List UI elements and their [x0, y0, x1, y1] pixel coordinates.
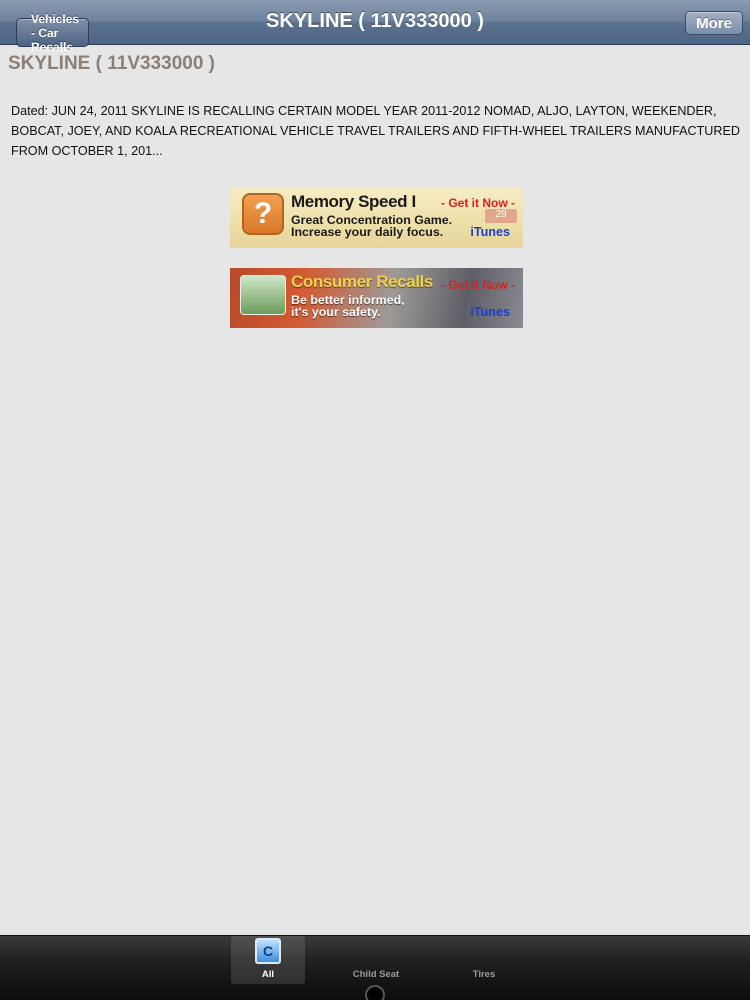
ad-badge: 29 — [485, 209, 517, 223]
ad-store-label: iTunes — [470, 225, 510, 239]
ad-get-it-label: - Get it Now - — [441, 278, 515, 292]
tab-label: Child Seat — [352, 969, 400, 980]
consumer-recalls-app-icon — [240, 275, 286, 315]
recall-heading: SKYLINE ( 11V333000 ) — [8, 53, 215, 74]
ad-banner-memory-speed[interactable]: ? Memory Speed I - Get it Now - 29 Great… — [230, 188, 523, 248]
ad-title: Memory Speed I — [291, 192, 416, 211]
recall-description: Dated: JUN 24, 2011 SKYLINE IS RECALLING… — [11, 104, 740, 158]
back-button-label: Vehicles - Car Recalls — [31, 11, 80, 54]
tab-tires[interactable]: Tires — [447, 936, 521, 984]
ad-get-it-label: - Get it Now - — [441, 196, 515, 210]
ad-title: Consumer Recalls — [291, 272, 433, 291]
ad-store-label: iTunes — [470, 305, 510, 319]
question-mark-icon: ? — [242, 193, 284, 235]
all-recalls-icon: C — [255, 938, 281, 964]
ad-tagline-2: it's your safety. — [291, 305, 381, 319]
ad-tagline-2: Increase your daily focus. — [291, 225, 444, 239]
tab-child-seat[interactable]: Child Seat — [339, 936, 413, 984]
more-button[interactable]: More — [685, 11, 743, 35]
ad-banner-consumer-recalls[interactable]: Consumer Recalls - Get it Now - Be bette… — [230, 268, 523, 328]
home-button[interactable] — [365, 985, 385, 1000]
page-title: SKYLINE ( 11V333000 ) — [266, 10, 484, 32]
tab-all[interactable]: C All — [231, 936, 305, 984]
more-button-label: More — [696, 14, 732, 32]
tab-label: All — [261, 969, 275, 980]
navigation-bar: Vehicles - Car Recalls SKYLINE ( 11V3330… — [0, 0, 750, 54]
back-button[interactable]: Vehicles - Car Recalls — [16, 12, 90, 54]
tab-label: Tires — [472, 969, 496, 980]
